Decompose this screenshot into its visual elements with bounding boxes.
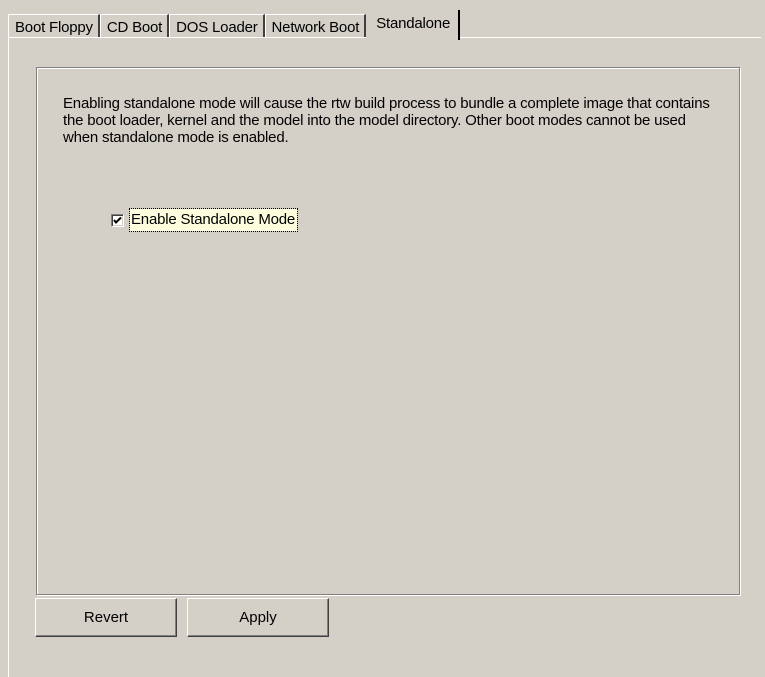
properties-window: Boot Floppy CD Boot DOS Loader Network B… bbox=[0, 0, 765, 677]
tab-standalone[interactable]: Standalone bbox=[366, 10, 461, 40]
checkbox-box[interactable] bbox=[111, 213, 124, 227]
tab-label: CD Boot bbox=[106, 19, 163, 36]
standalone-groupbox: Enabling standalone mode will cause the … bbox=[36, 67, 740, 595]
tab-strip: Boot Floppy CD Boot DOS Loader Network B… bbox=[8, 6, 461, 40]
tab-label: Network Boot bbox=[271, 19, 360, 36]
standalone-description: Enabling standalone mode will cause the … bbox=[63, 95, 710, 146]
revert-button[interactable]: Revert bbox=[35, 598, 177, 637]
apply-button[interactable]: Apply bbox=[187, 598, 329, 637]
tab-label: Boot Floppy bbox=[15, 19, 93, 36]
tab-label: Standalone bbox=[376, 15, 451, 32]
checkbox-label[interactable]: Enable Standalone Mode bbox=[128, 208, 299, 232]
checkmark-icon bbox=[113, 216, 122, 224]
enable-standalone-checkbox[interactable]: Enable Standalone Mode bbox=[111, 208, 299, 232]
tab-panel: Enabling standalone mode will cause the … bbox=[8, 37, 761, 677]
tab-label: DOS Loader bbox=[176, 19, 258, 36]
